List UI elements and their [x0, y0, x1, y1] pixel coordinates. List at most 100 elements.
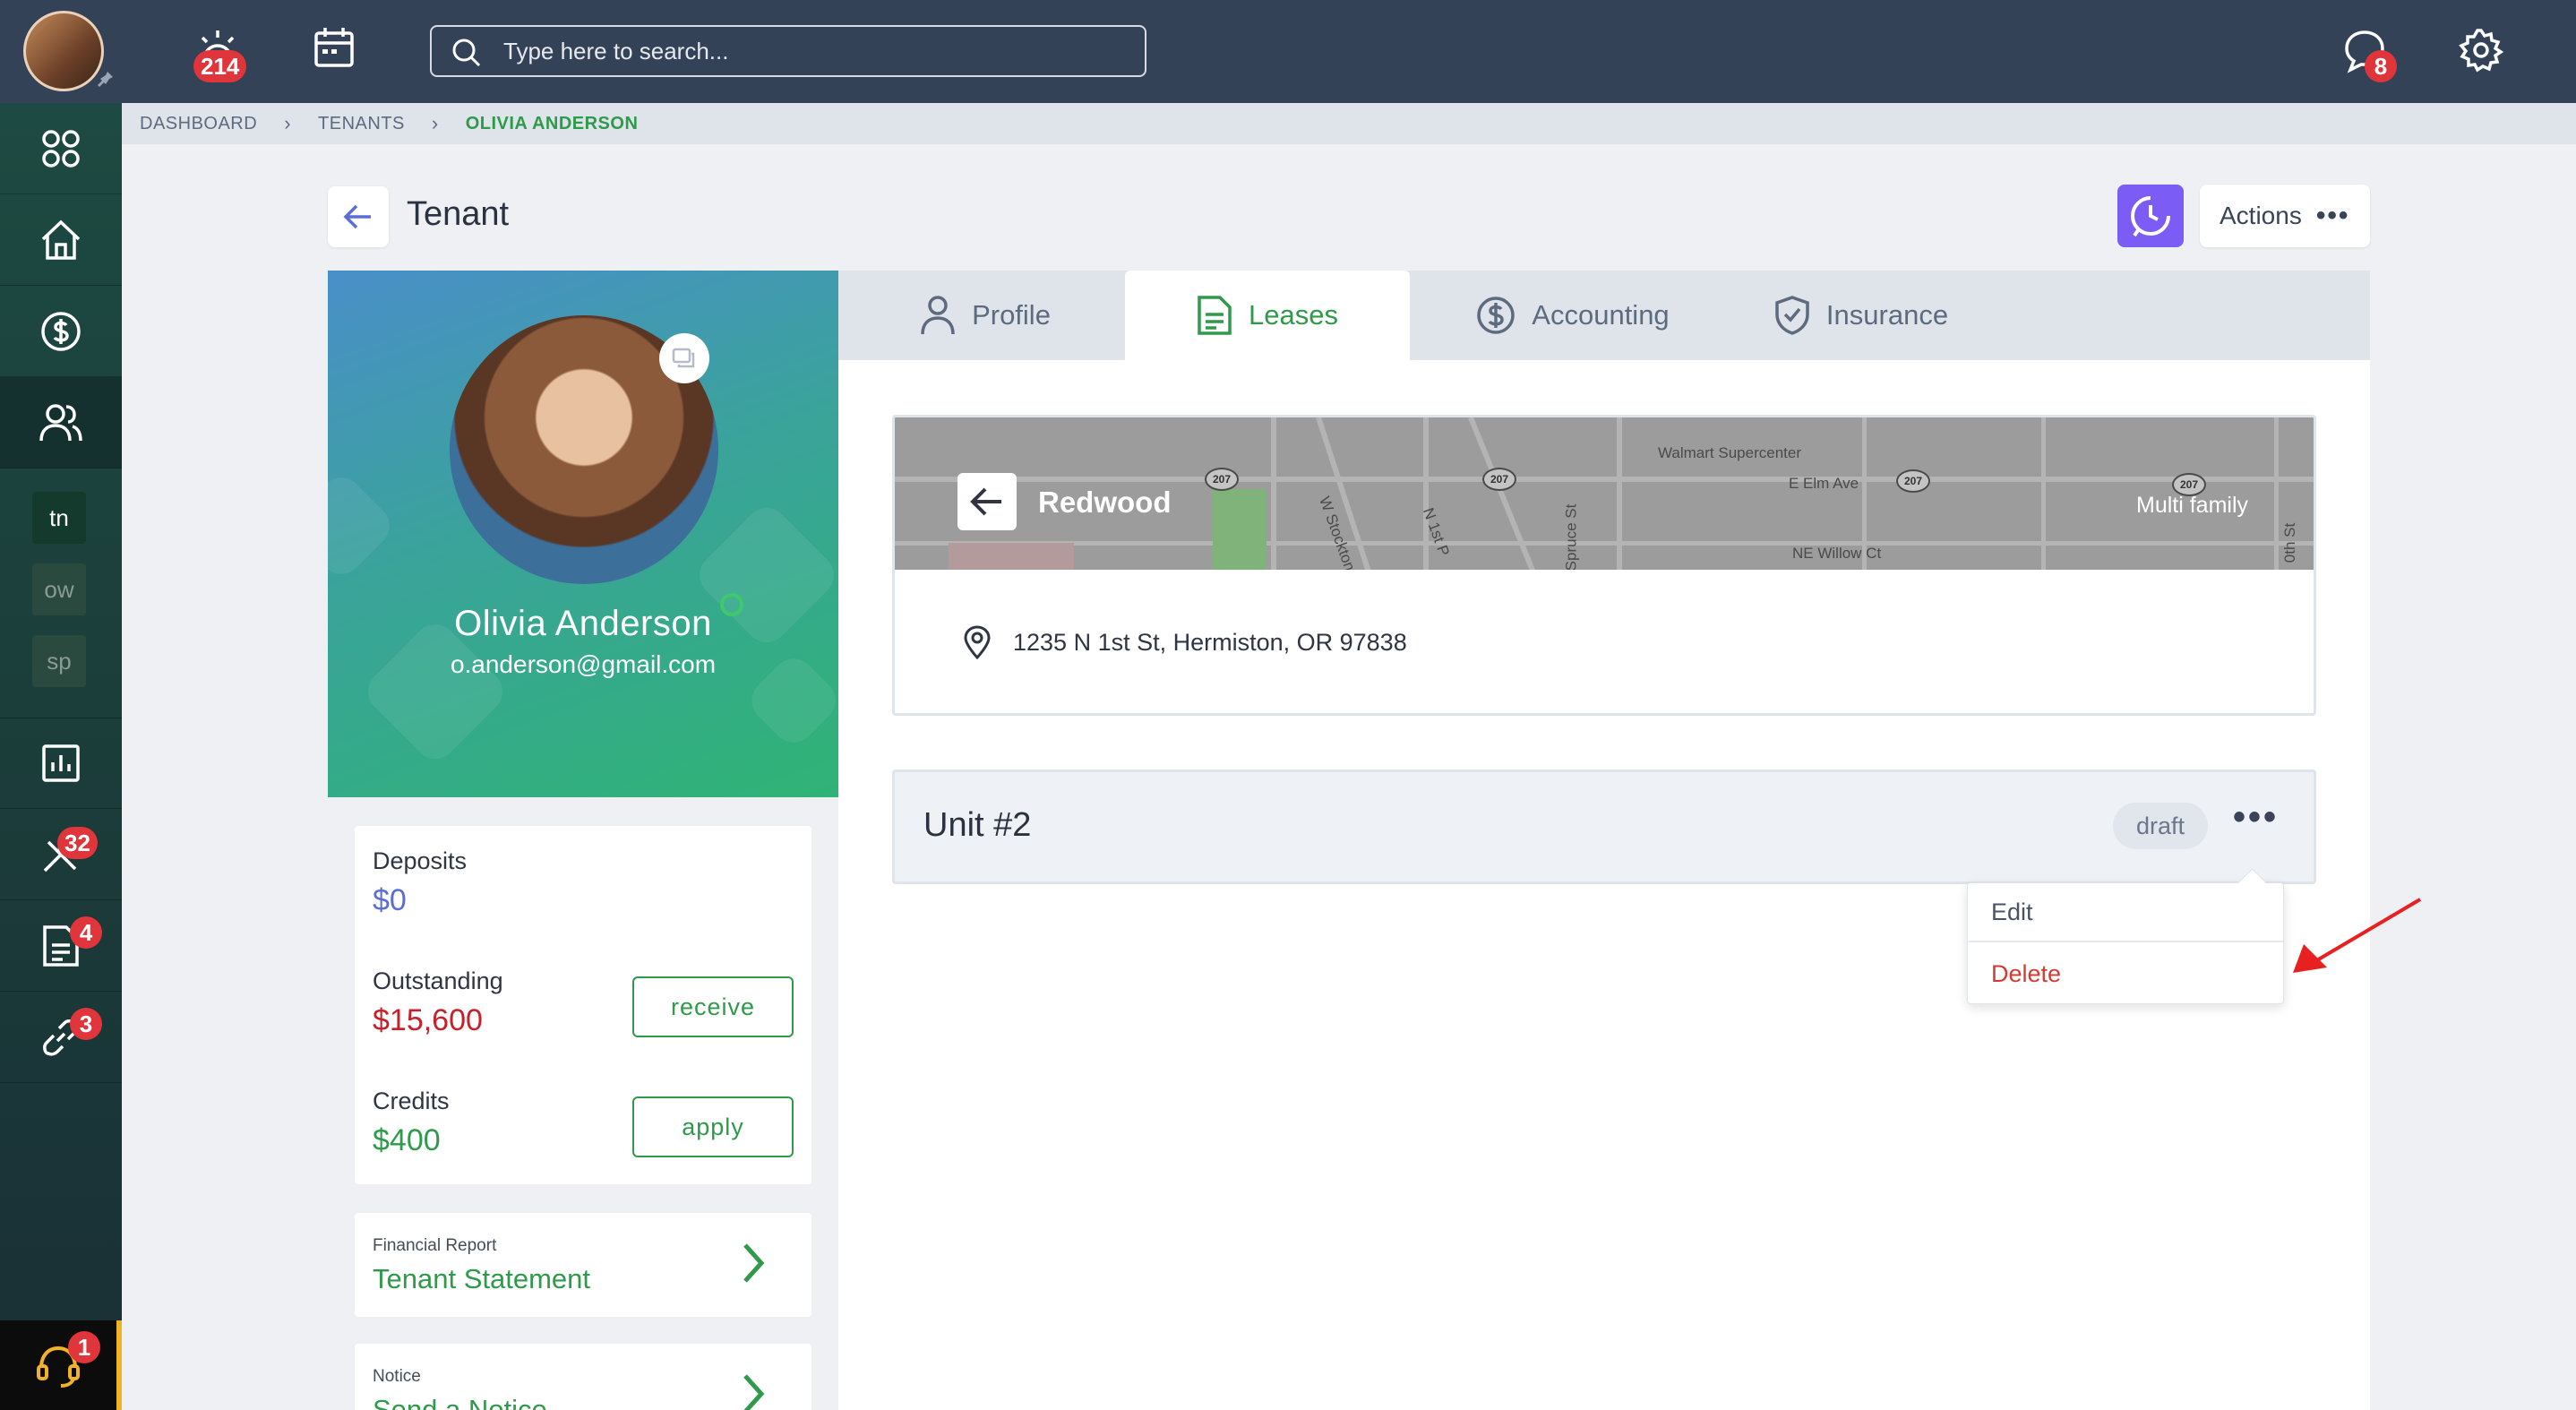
clock-icon: [2130, 196, 2170, 237]
search-input[interactable]: [503, 27, 1130, 75]
more-dots-icon: •••: [2315, 201, 2350, 230]
support-badge: 1: [68, 1331, 100, 1363]
actions-button[interactable]: Actions •••: [2200, 185, 2370, 247]
unit-card[interactable]: Unit #2 draft •••: [892, 769, 2316, 884]
breadcrumb-separator-icon: ›: [284, 112, 292, 134]
message-tenant-button[interactable]: [659, 333, 709, 383]
messages-badge: 8: [2365, 50, 2397, 82]
sidebar-item-maintenance[interactable]: [0, 809, 122, 900]
address-text: 1235 N 1st St, Hermiston, OR 97838: [1013, 628, 1407, 656]
arrow-left-icon: [970, 487, 1001, 516]
apps-grid-icon: [42, 129, 80, 168]
people-icon: [39, 403, 82, 441]
unit-title: Unit #2: [923, 806, 1032, 844]
menu-item-edit[interactable]: Edit: [1968, 883, 2283, 942]
property-back-button[interactable]: [957, 473, 1017, 530]
property-address: 1235 N 1st St, Hermiston, OR 97838: [963, 625, 1407, 659]
tab-insurance-label: Insurance: [1825, 299, 1949, 331]
property-card[interactable]: Walmart Supercenter E Elm Ave NE Willow …: [892, 415, 2316, 716]
search-box[interactable]: [430, 25, 1146, 77]
report-title: Tenant Statement: [373, 1263, 590, 1294]
map-label: Spruce St: [1562, 503, 1580, 570]
links-badge: 3: [70, 1008, 102, 1040]
sidebar-shortcut-sp[interactable]: sp: [32, 635, 86, 687]
dollar-circle-icon: [41, 311, 81, 351]
breadcrumb-tenants[interactable]: TENANTS: [318, 114, 405, 134]
bar-chart-icon: [42, 744, 80, 782]
location-pin-icon: [964, 625, 991, 659]
sidebar-item-accounting[interactable]: [0, 286, 122, 377]
documents-badge: 4: [70, 916, 102, 949]
status-badge: draft: [2113, 803, 2208, 849]
property-map: Walmart Supercenter E Elm Ave NE Willow …: [895, 417, 2314, 570]
back-button[interactable]: [328, 186, 389, 247]
support-button[interactable]: 1: [0, 1320, 122, 1410]
sidebar-item-people[interactable]: [0, 377, 122, 469]
map-label: Walmart Supercenter: [1658, 444, 1801, 461]
notifications-badge: 214: [193, 50, 247, 82]
apply-button[interactable]: apply: [632, 1096, 794, 1157]
tab-accounting-label: Accounting: [1532, 299, 1670, 331]
tenant-name: Olivia Anderson: [454, 604, 712, 643]
receive-button[interactable]: receive: [632, 976, 794, 1037]
tab-bar: Profile Leases Accounting Insurance: [838, 271, 2370, 360]
finance-summary-card: Deposits $0 Outstanding $15,600 receive …: [355, 826, 811, 1184]
shield-check-icon: [1775, 296, 1809, 335]
report-category: Financial Report: [373, 1236, 497, 1255]
sidebar-item-apps[interactable]: [0, 103, 122, 194]
sidebar-item-links[interactable]: [0, 992, 122, 1083]
chat-bubble-icon: [672, 348, 695, 368]
person-icon: [921, 296, 955, 335]
lease-document-icon: [1198, 296, 1232, 335]
chevron-right-icon: [743, 1374, 765, 1410]
breadcrumb-dashboard[interactable]: DASHBOARD: [140, 114, 257, 134]
maintenance-badge: 32: [57, 827, 98, 859]
tenant-statement-link[interactable]: Financial Report Tenant Statement: [355, 1213, 811, 1317]
outstanding-label: Outstanding: [373, 967, 503, 994]
credits-label: Credits: [373, 1088, 450, 1114]
send-notice-link[interactable]: Notice Send a Notice: [355, 1344, 811, 1410]
annotation-arrow-icon: [2293, 898, 2422, 973]
gear-icon[interactable]: [2458, 27, 2504, 78]
user-avatar[interactable]: [23, 11, 104, 91]
sidebar-shortcut-tn[interactable]: tn: [32, 492, 86, 544]
report-category: Notice: [373, 1367, 421, 1386]
tenant-email[interactable]: o.anderson@gmail.com: [328, 650, 838, 679]
unit-more-options-button[interactable]: •••: [2233, 797, 2279, 838]
arrow-left-icon: [343, 204, 371, 229]
sidebar: tn ow sp 32 4 3: [0, 103, 122, 1410]
tab-leases-label: Leases: [1249, 299, 1338, 331]
sidebar-item-home[interactable]: [0, 194, 122, 286]
tab-insurance[interactable]: Insurance: [1745, 271, 1978, 360]
deposits-value: $0: [373, 883, 407, 917]
tenant-profile-card: Olivia Anderson o.anderson@gmail.com: [328, 271, 838, 797]
dollar-circle-icon: [1477, 297, 1516, 334]
sidebar-shortcut-ow[interactable]: ow: [32, 563, 86, 615]
deposits-label: Deposits: [373, 847, 468, 874]
menu-item-delete[interactable]: Delete: [1968, 944, 2283, 1003]
map-area: [949, 543, 1074, 570]
property-type: Multi family: [2136, 493, 2249, 518]
calendar-icon[interactable]: [312, 25, 356, 74]
tab-leases[interactable]: Leases: [1125, 271, 1410, 360]
credits-value: $400: [373, 1123, 441, 1157]
map-label: E Elm Ave: [1789, 475, 1859, 492]
tab-profile[interactable]: Profile: [887, 271, 1084, 360]
highway-shield-icon: 207: [1205, 468, 1239, 491]
history-button[interactable]: [2117, 185, 2184, 247]
chevron-right-icon: [743, 1243, 765, 1283]
highway-shield-icon: 207: [1482, 468, 1516, 491]
sidebar-item-reports[interactable]: [0, 718, 122, 809]
map-label: 0th St: [2281, 522, 2299, 563]
highway-shield-icon: 207: [1896, 469, 1930, 493]
search-icon: [452, 39, 481, 67]
breadcrumb-separator-icon: ›: [431, 112, 439, 134]
unit-options-menu: Edit Delete: [1967, 882, 2284, 1004]
outstanding-value: $15,600: [373, 1003, 483, 1037]
sidebar-item-documents[interactable]: [0, 900, 122, 992]
breadcrumb-current: OLIVIA ANDERSON: [465, 113, 639, 133]
actions-label: Actions: [2220, 202, 2302, 229]
tab-accounting[interactable]: Accounting: [1447, 271, 1698, 360]
report-title: Send a Notice: [373, 1394, 547, 1410]
tab-profile-label: Profile: [972, 299, 1051, 331]
